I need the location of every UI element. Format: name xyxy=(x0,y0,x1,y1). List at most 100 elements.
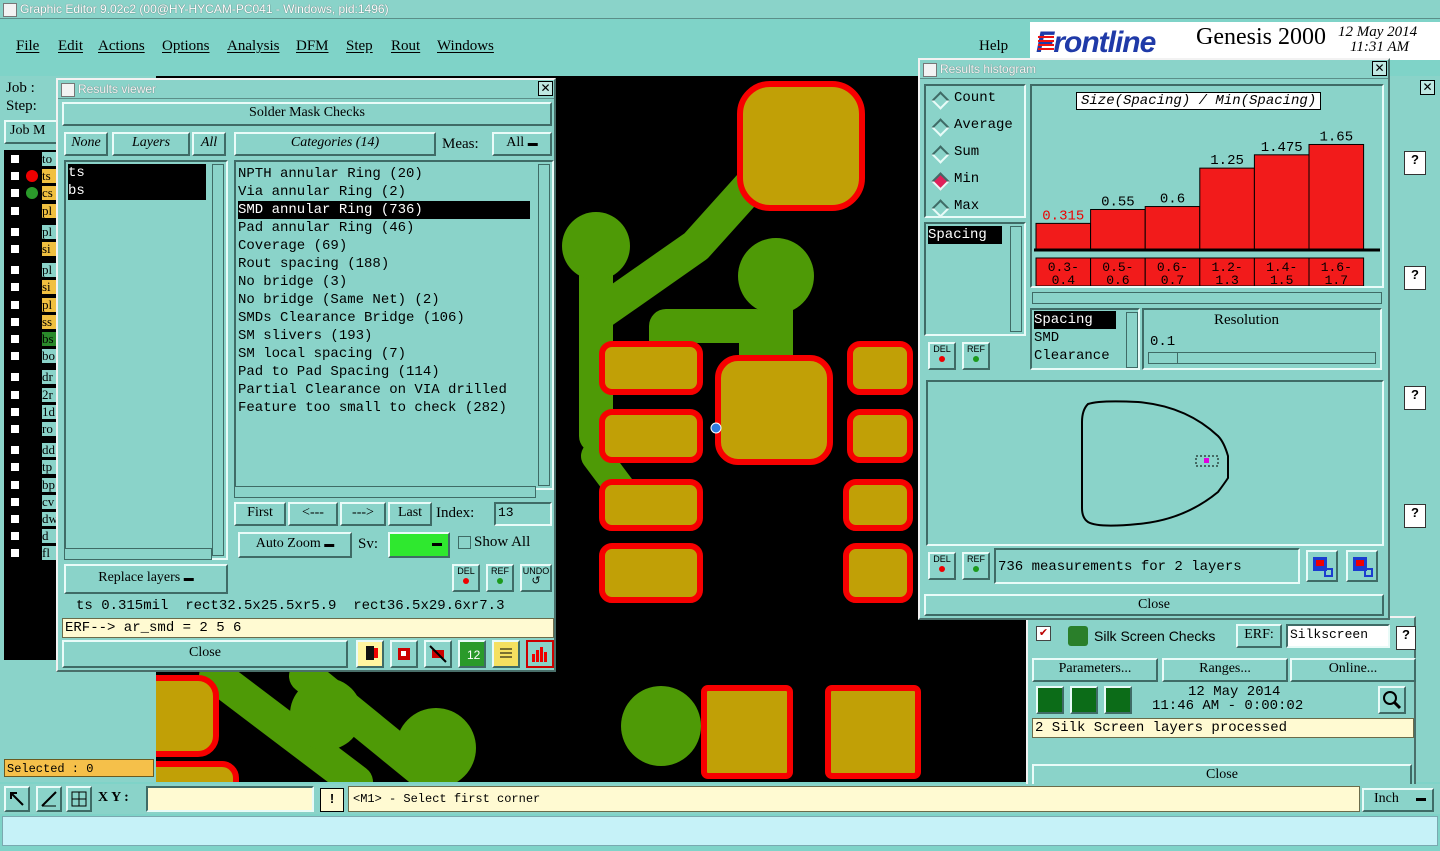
layer-name[interactable]: ss xyxy=(42,314,56,329)
layer-checkbox[interactable] xyxy=(10,372,20,383)
result-layer-ts[interactable]: ts xyxy=(68,164,206,182)
histogram-bar[interactable] xyxy=(1308,143,1365,251)
show-all-checkbox[interactable] xyxy=(458,536,471,549)
layer-checkbox[interactable] xyxy=(10,479,20,490)
strip-close-icon[interactable]: ✕ xyxy=(1420,80,1435,95)
export-icon-1[interactable] xyxy=(1306,550,1338,582)
categories-button[interactable]: Categories (14) xyxy=(234,132,436,156)
layer-row[interactable]: fl xyxy=(4,546,56,561)
next-button[interactable]: ---> xyxy=(340,502,386,526)
histogram-item-list[interactable]: Spacing xyxy=(924,222,1026,336)
tool-icon-5[interactable] xyxy=(492,640,520,668)
layer-row[interactable]: ts xyxy=(4,169,56,184)
zoom-fit-icon[interactable] xyxy=(4,786,30,812)
strip-help-2[interactable]: ? xyxy=(1404,266,1426,290)
layer-name[interactable]: pl xyxy=(42,203,56,218)
tool-icon-3[interactable] xyxy=(424,640,452,668)
layers-button[interactable]: Layers xyxy=(112,132,190,156)
category-item[interactable]: Pad annular Ring (46) xyxy=(238,219,530,237)
viewer-undo-button[interactable]: UNDO ↺ xyxy=(520,564,552,592)
layer-row[interactable]: pl xyxy=(4,297,56,313)
layer-row[interactable]: ss xyxy=(4,314,56,330)
run-icon-1[interactable] xyxy=(1036,686,1064,714)
histogram-bar[interactable] xyxy=(1090,208,1146,251)
layer-name[interactable]: bo xyxy=(42,349,56,364)
menu-options[interactable]: Options xyxy=(162,38,210,55)
online-button[interactable]: Online... xyxy=(1290,658,1416,682)
layer-row[interactable]: pl xyxy=(4,203,56,219)
layer-name[interactable]: cs xyxy=(42,186,56,201)
layer-checkbox[interactable] xyxy=(10,462,20,473)
menu-rout[interactable]: Rout xyxy=(391,38,420,55)
type-clearance[interactable]: Clearance xyxy=(1034,347,1110,365)
category-item[interactable]: No bridge (3) xyxy=(238,273,530,291)
layer-checkbox[interactable] xyxy=(10,316,20,327)
layer-row[interactable]: bp xyxy=(4,477,56,493)
layer-checkbox[interactable] xyxy=(10,244,20,254)
erf-value[interactable]: Silkscreen xyxy=(1286,624,1390,648)
layer-row[interactable]: bo xyxy=(4,349,56,364)
layer-name[interactable]: bs xyxy=(42,332,56,346)
layer-name[interactable]: 1d xyxy=(42,404,56,419)
run-icon-2[interactable] xyxy=(1070,686,1098,714)
layer-checkbox[interactable] xyxy=(10,424,20,434)
layer-name[interactable]: 2r xyxy=(42,387,56,402)
layer-checkbox[interactable] xyxy=(10,265,20,276)
ranges-button[interactable]: Ranges... xyxy=(1162,658,1288,682)
alert-icon[interactable]: ! xyxy=(320,788,344,812)
layer-checkbox[interactable] xyxy=(10,188,20,199)
histogram-bar[interactable] xyxy=(1144,206,1201,251)
measure-icon[interactable] xyxy=(36,786,62,812)
layer-name[interactable]: dw xyxy=(42,512,56,526)
layer-list-scrollbar[interactable] xyxy=(212,164,224,556)
menu-dfm[interactable]: DFM xyxy=(296,38,329,55)
preview-ref-button[interactable]: REF xyxy=(962,552,990,580)
layer-name[interactable]: ro xyxy=(42,422,56,436)
strip-help-4[interactable]: ? xyxy=(1404,504,1426,528)
histogram-ref-button[interactable]: REF xyxy=(962,342,990,370)
layer-name[interactable]: pl xyxy=(42,263,56,278)
layer-name[interactable]: cv xyxy=(42,494,56,509)
checks-close-button[interactable]: Close xyxy=(1032,764,1412,786)
layer-name[interactable]: bp xyxy=(42,477,56,492)
type-list-scrollbar[interactable] xyxy=(1126,312,1138,368)
layer-row[interactable]: si xyxy=(4,242,56,257)
layer-checkbox[interactable] xyxy=(10,445,20,456)
layer-row[interactable]: si xyxy=(4,280,56,295)
histogram-del-button[interactable]: DEL xyxy=(928,342,956,370)
menu-step[interactable]: Step xyxy=(346,38,373,55)
resolution-slider[interactable] xyxy=(1148,352,1376,364)
preview-del-button[interactable]: DEL xyxy=(928,552,956,580)
replace-layers-dropdown[interactable]: Replace layers ▬ xyxy=(64,564,228,594)
layer-name[interactable]: d xyxy=(42,529,56,544)
layer-name[interactable]: dd xyxy=(42,443,56,458)
layer-checkbox[interactable] xyxy=(10,282,20,293)
layers-none-button[interactable]: None xyxy=(64,132,108,156)
type-spacing[interactable]: Spacing xyxy=(1034,311,1116,329)
layer-results-list[interactable]: ts bs xyxy=(64,160,228,560)
layer-checkbox[interactable] xyxy=(10,205,20,216)
viewer-ref-button[interactable]: REF xyxy=(486,564,514,592)
command-line[interactable] xyxy=(2,816,1438,846)
layer-name[interactable]: si xyxy=(42,242,56,256)
layer-row[interactable]: d xyxy=(4,529,56,544)
layer-checkbox[interactable] xyxy=(10,171,20,182)
units-dropdown[interactable]: Inch ▬ xyxy=(1362,788,1434,812)
category-item[interactable]: SMD annular Ring (736) xyxy=(238,201,530,219)
viewer-close-icon[interactable]: ✕ xyxy=(538,81,553,96)
tool-icon-2[interactable] xyxy=(390,640,418,668)
categories-hscroll[interactable] xyxy=(234,486,536,498)
layer-name[interactable]: pl xyxy=(42,224,56,239)
first-button[interactable]: First xyxy=(234,502,286,526)
layer-list-hscroll[interactable] xyxy=(64,548,212,560)
layer-checkbox[interactable] xyxy=(10,496,20,507)
tool-icon-1[interactable] xyxy=(356,640,384,668)
layer-name[interactable]: to xyxy=(42,152,56,166)
histogram-item-spacing[interactable]: Spacing xyxy=(928,226,1002,244)
viewer-close-button[interactable]: Close xyxy=(62,640,348,668)
layer-checkbox[interactable] xyxy=(10,299,20,310)
menu-actions[interactable]: Actions xyxy=(98,38,145,55)
layer-name[interactable]: fl xyxy=(42,546,56,561)
layer-checkbox[interactable] xyxy=(10,226,20,237)
layer-row[interactable]: cs xyxy=(4,186,56,201)
